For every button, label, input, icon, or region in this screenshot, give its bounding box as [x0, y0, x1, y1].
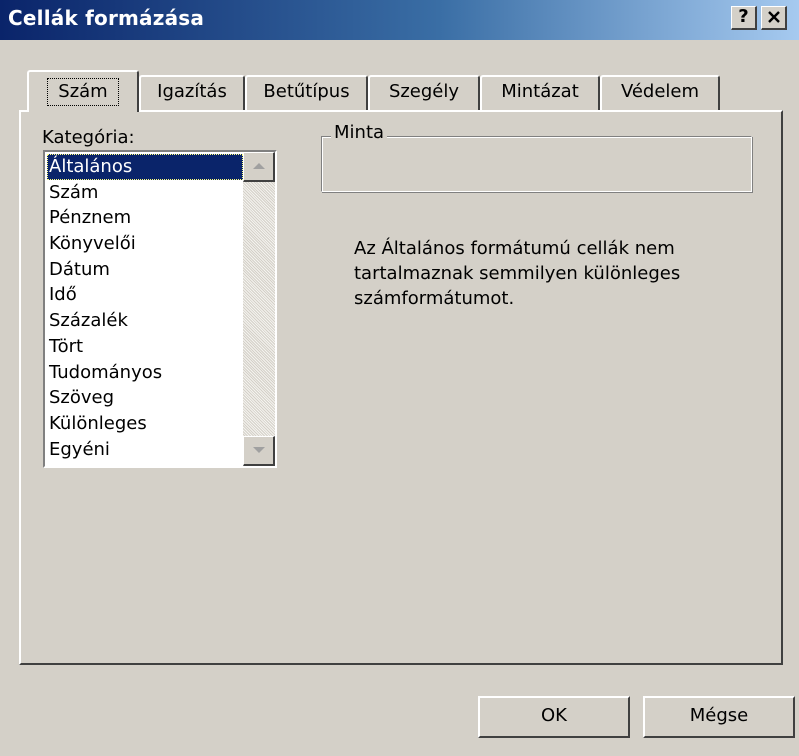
tab-igazitas-label: Igazítás [157, 81, 227, 102]
tab-mintazat[interactable]: Mintázat [480, 75, 600, 111]
category-item-szam[interactable]: Szám [47, 180, 243, 206]
category-item-ido[interactable]: Idő [47, 282, 243, 308]
category-list: Általános Szám Pénznem Könyvelői Dátum I… [47, 154, 243, 462]
tab-szegely[interactable]: Szegély [368, 75, 480, 111]
category-item-tudomanyos[interactable]: Tudományos [47, 360, 243, 386]
tab-betutipus-label: Betűtípus [263, 81, 350, 102]
sample-groupbox [321, 136, 752, 192]
tab-szegely-label: Szegély [388, 81, 460, 102]
category-item-penznem[interactable]: Pénznem [47, 205, 243, 231]
tab-igazitas[interactable]: Igazítás [139, 75, 245, 111]
tab-betutipus[interactable]: Betűtípus [245, 75, 368, 111]
category-item-szoveg[interactable]: Szöveg [47, 385, 243, 411]
sample-title: Minta [331, 122, 388, 143]
category-item-egyeni[interactable]: Egyéni [47, 437, 243, 463]
tab-szam-label: Szám [58, 81, 108, 102]
cancel-button[interactable]: Mégse [643, 696, 795, 738]
scroll-down-arrow-icon [252, 447, 265, 453]
category-label: Kategória: [42, 127, 135, 148]
scroll-up-arrow-icon [252, 163, 265, 169]
ok-button[interactable]: OK [478, 696, 630, 738]
tab-mintazat-label: Mintázat [501, 81, 579, 102]
category-scrollbar[interactable] [243, 152, 275, 466]
category-item-datum[interactable]: Dátum [47, 257, 243, 283]
scroll-up-button[interactable] [243, 152, 275, 182]
tab-szam[interactable]: Szám [27, 70, 139, 112]
category-item-konyveloi[interactable]: Könyvelői [47, 231, 243, 257]
close-icon [767, 11, 780, 23]
scroll-down-button[interactable] [243, 436, 275, 466]
category-item-tort[interactable]: Tört [47, 334, 243, 360]
close-button[interactable] [761, 6, 787, 30]
help-button[interactable]: ? [731, 6, 757, 30]
category-listbox[interactable]: Általános Szám Pénznem Könyvelői Dátum I… [43, 150, 277, 468]
category-item-kulonleges[interactable]: Különleges [47, 411, 243, 437]
format-description: Az Általános formátumú cellák nem tartal… [354, 238, 681, 309]
tab-vedelem-label: Védelem [620, 81, 700, 102]
title-bar: Cellák formázása ? [0, 0, 799, 40]
tab-vedelem[interactable]: Védelem [600, 75, 720, 111]
window-title: Cellák formázása [8, 6, 205, 30]
category-item-altalanos[interactable]: Általános [47, 154, 243, 180]
category-item-szazalek[interactable]: Százalék [47, 308, 243, 334]
